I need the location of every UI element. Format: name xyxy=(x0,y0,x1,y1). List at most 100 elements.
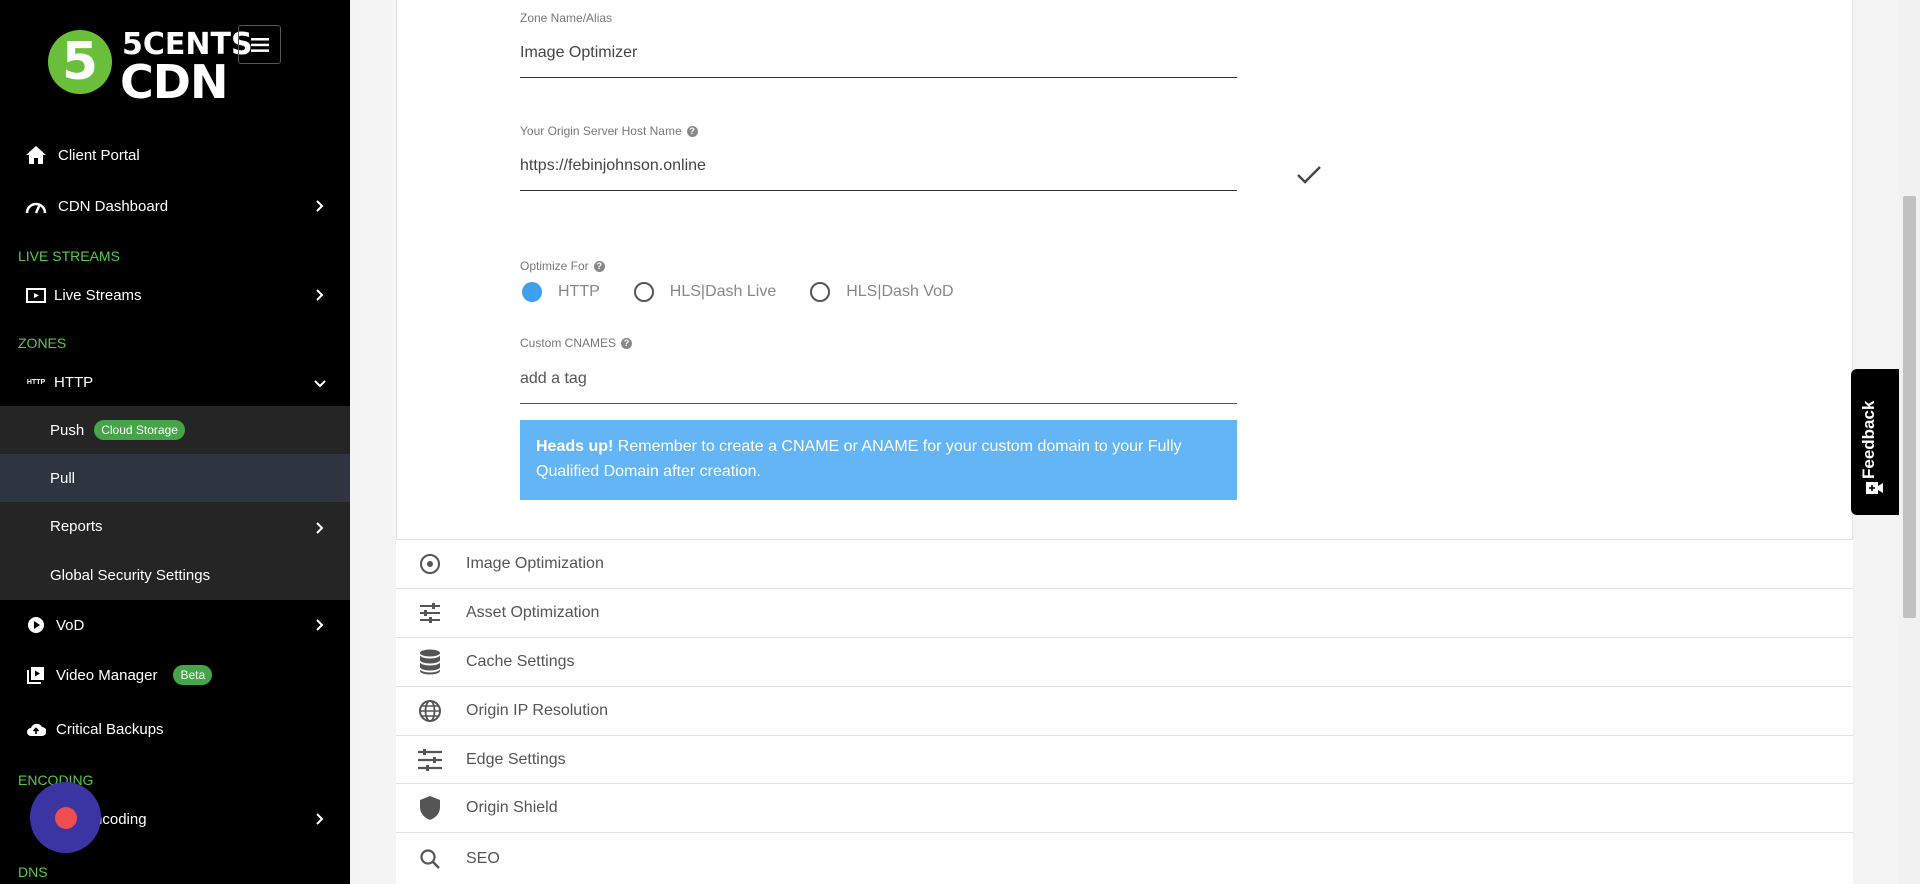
hamburger-icon xyxy=(250,37,269,52)
target-icon xyxy=(416,550,444,578)
nav-label: Live Streams xyxy=(54,286,142,304)
tune-icon xyxy=(416,746,444,774)
nav-critical-backups[interactable]: Critical Backups xyxy=(0,709,350,749)
nav-client-portal[interactable]: Client Portal xyxy=(0,135,350,175)
optimize-for-label: Optimize For ? xyxy=(520,259,605,273)
accordion-label: Asset Optimization xyxy=(466,604,600,621)
alert-title: Heads up! xyxy=(536,438,614,455)
zone-name-underline xyxy=(520,77,1237,78)
alert-message: Remember to create a CNAME or ANAME for … xyxy=(536,438,1182,480)
logo-line2: CDN xyxy=(120,55,228,109)
nav-label: Reports xyxy=(50,517,103,535)
nav-label: CDN Dashboard xyxy=(58,197,169,215)
nav-live-streams[interactable]: Live Streams xyxy=(0,275,350,315)
menu-toggle-button[interactable] xyxy=(238,25,281,64)
search-icon xyxy=(416,845,444,873)
nav-push[interactable]: Push Cloud Storage xyxy=(0,406,350,454)
accordion-seo[interactable]: SEO xyxy=(396,832,1853,884)
accordion-edge-settings[interactable]: Edge Settings xyxy=(396,735,1853,784)
http-icon: HTTP xyxy=(26,378,46,386)
custom-cnames-input[interactable]: add a tag xyxy=(520,370,587,388)
speedometer-icon xyxy=(24,194,48,218)
origin-host-input[interactable]: https://febinjohnson.online xyxy=(520,157,706,175)
feedback-tab-button[interactable]: Feedback xyxy=(1851,369,1899,515)
accordion-label: Cache Settings xyxy=(466,653,575,670)
radio-option-http[interactable]: HTTP xyxy=(522,282,600,302)
accordion-origin-ip-resolution[interactable]: Origin IP Resolution xyxy=(396,686,1853,735)
nav-video-manager[interactable]: Video Manager Beta xyxy=(0,655,350,695)
page-scrollbar[interactable] xyxy=(1899,0,1920,884)
nav-label: Global Security Settings xyxy=(50,566,211,584)
section-live-streams: LIVE STREAMS xyxy=(18,248,120,264)
section-dns: DNS xyxy=(18,864,48,880)
chevron-right-icon xyxy=(316,813,324,825)
nav-label: Push xyxy=(50,421,85,439)
accordion-origin-shield[interactable]: Origin Shield xyxy=(396,783,1853,832)
globe-icon xyxy=(416,697,444,725)
nav-vod[interactable]: VoD xyxy=(0,605,350,645)
feedback-label: Feedback xyxy=(1859,400,1878,479)
cloud-upload-icon xyxy=(24,717,48,741)
shield-icon xyxy=(416,794,444,822)
zone-name-input[interactable]: Image Optimizer xyxy=(520,44,637,62)
radio-label: HLS|Dash VoD xyxy=(846,283,954,300)
accordion-asset-optimization[interactable]: Asset Optimization xyxy=(396,588,1853,637)
nav-label: VoD xyxy=(56,616,85,634)
zone-name-label: Zone Name/Alias xyxy=(520,11,612,25)
accordion-label: Origin IP Resolution xyxy=(466,702,608,719)
custom-cnames-label: Custom CNAMES ? xyxy=(520,336,633,350)
nav-reports[interactable]: Reports xyxy=(0,502,350,550)
radio-hls-live[interactable] xyxy=(633,282,654,302)
accordion-image-optimization[interactable]: Image Optimization xyxy=(396,539,1853,588)
nav-cdn-dashboard[interactable]: CDN Dashboard xyxy=(0,186,350,226)
origin-label: Your Origin Server Host Name ? xyxy=(520,124,698,138)
video-library-icon xyxy=(24,663,48,687)
accordion-cache-settings[interactable]: Cache Settings xyxy=(396,637,1853,686)
chevron-right-icon xyxy=(316,619,324,631)
cloud-storage-badge: Cloud Storage xyxy=(94,420,185,440)
live-tv-icon xyxy=(24,283,48,307)
nav-label: Video Manager xyxy=(56,666,158,684)
nav-label: Client Portal xyxy=(58,146,140,164)
heads-up-alert: Heads up! Remember to create a CNAME or … xyxy=(520,420,1237,500)
beta-badge: Beta xyxy=(173,665,213,685)
chevron-down-icon xyxy=(314,380,326,388)
sliders-icon xyxy=(416,599,444,627)
nav-label: Pull xyxy=(50,469,76,487)
help-icon[interactable]: ? xyxy=(621,337,633,349)
optimize-for-radio-group: HTTP HLS|Dash Live HLS|Dash VoD xyxy=(522,280,988,304)
nav-label: Critical Backups xyxy=(56,720,164,738)
nav-http[interactable]: HTTP HTTP xyxy=(0,362,350,402)
play-circle-icon xyxy=(24,613,48,637)
cnames-label-text: Custom CNAMES xyxy=(520,336,617,350)
chevron-right-icon xyxy=(316,289,324,301)
cnames-underline xyxy=(520,403,1237,404)
radio-option-hls-vod[interactable]: HLS|Dash VoD xyxy=(810,282,954,302)
recording-fab-button[interactable] xyxy=(30,782,101,853)
feedback-icon xyxy=(1866,482,1883,494)
record-dot-icon xyxy=(54,806,77,829)
nav-label: HTTP xyxy=(54,373,94,391)
accordion-label: Image Optimization xyxy=(466,555,604,572)
optimize-label-text: Optimize For xyxy=(520,259,589,273)
logo-digit: 5 xyxy=(61,32,99,92)
home-icon xyxy=(24,143,48,167)
origin-label-text: Your Origin Server Host Name xyxy=(520,124,682,138)
radio-label: HTTP xyxy=(558,283,600,300)
accordion-label: Edge Settings xyxy=(466,751,566,768)
help-icon[interactable]: ? xyxy=(593,260,605,272)
nav-global-security-settings[interactable]: Global Security Settings xyxy=(0,550,350,600)
radio-http[interactable] xyxy=(522,282,542,302)
help-icon[interactable]: ? xyxy=(686,125,698,137)
accordion-label: SEO xyxy=(466,849,500,867)
nav-pull[interactable]: Pull xyxy=(0,454,350,502)
radio-option-hls-live[interactable]: HLS|Dash Live xyxy=(633,282,776,302)
scrollbar-thumb[interactable] xyxy=(1903,196,1916,618)
sidebar: 5 5CENTS CDN Client Portal CDN Dashboard… xyxy=(0,0,350,884)
section-zones: ZONES xyxy=(18,335,67,351)
chevron-right-icon xyxy=(316,522,324,534)
logo[interactable]: 5 5CENTS CDN xyxy=(48,28,253,106)
check-icon xyxy=(1297,166,1321,184)
chevron-right-icon xyxy=(316,200,324,212)
radio-hls-vod[interactable] xyxy=(810,282,831,302)
